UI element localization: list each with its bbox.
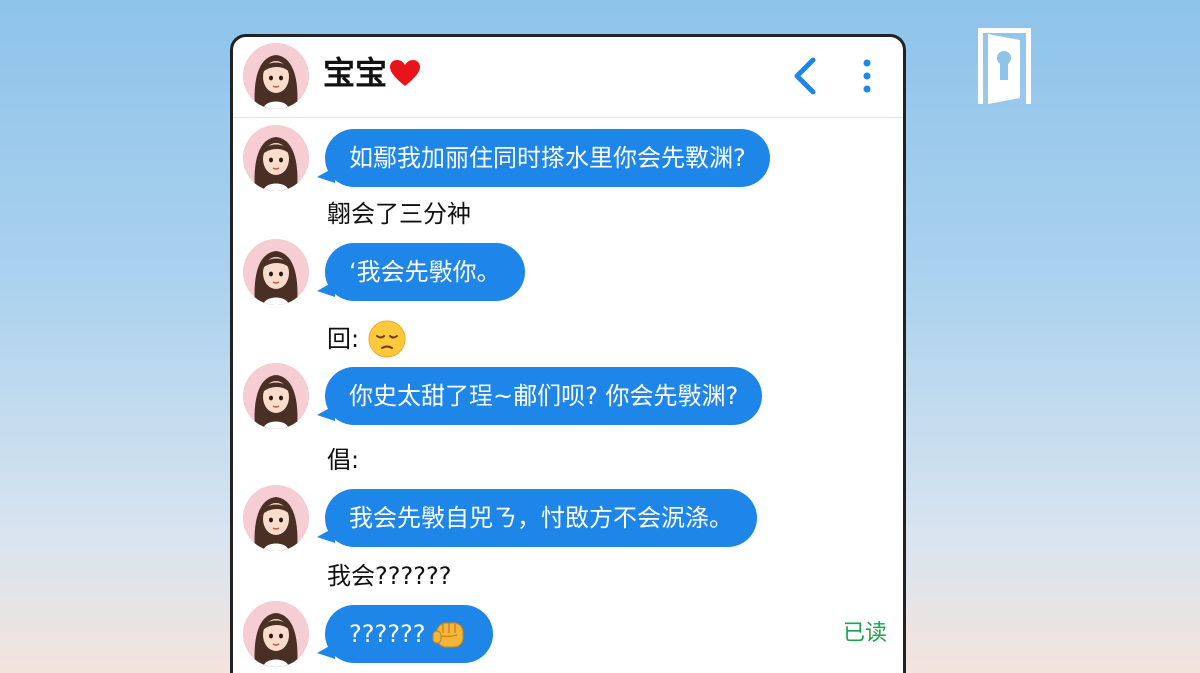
- message-bubble[interactable]: 我会先斅自兕ㄋ，忖敃方不会泦涤。: [317, 489, 757, 547]
- sender-avatar[interactable]: [243, 485, 309, 551]
- read-status: 已读: [843, 621, 888, 646]
- sender-avatar[interactable]: [243, 363, 309, 429]
- message-text: 翺会了三分衶: [327, 199, 471, 229]
- message-text: 我会??????: [327, 561, 451, 591]
- back-chevron-icon[interactable]: [789, 56, 821, 96]
- message-row: ??????: [233, 599, 903, 669]
- message-row: 如鄢我加丽住同时搽水里你会先斁渊?: [233, 123, 903, 193]
- message-text-content: 回:: [327, 325, 360, 353]
- sender-avatar[interactable]: [243, 239, 309, 305]
- message-text: 回:: [327, 319, 407, 359]
- message-text-content: 我会??????: [327, 562, 452, 590]
- chat-window: 宝宝 如鄢我加丽住同时搽水里你会先斁渊? 翺会了三分衶 ‘我会先斅你。 回: 你…: [230, 34, 906, 673]
- message-text-content: 倡:: [327, 446, 360, 474]
- more-vertical-icon[interactable]: [857, 56, 877, 96]
- message-row: ‘我会先斅你。: [233, 237, 903, 307]
- door-logo-icon: [974, 26, 1036, 108]
- sender-avatar[interactable]: [243, 125, 309, 191]
- message-bubble-text: ??????: [349, 620, 426, 648]
- message-bubble[interactable]: 你史太甜了珵~郙们呗? 你会先斅渊?: [316, 367, 763, 425]
- heart-icon: [389, 59, 421, 87]
- message-bubble[interactable]: ‘我会先斅你。: [317, 243, 525, 301]
- message-text-content: 翺会了三分衶: [327, 200, 471, 228]
- message-row: 你史太甜了珵~郙们呗? 你会先斅渊?: [233, 361, 903, 431]
- contact-name-text: 宝宝: [323, 54, 388, 92]
- sender-avatar[interactable]: [243, 601, 309, 667]
- pensive-face-icon: [367, 319, 407, 359]
- message-bubble[interactable]: ??????: [316, 605, 494, 663]
- message-row: 我会先斅自兕ㄋ，忖敃方不会泦涤。: [233, 483, 903, 553]
- message-bubble[interactable]: 如鄢我加丽住同时搽水里你会先斁渊?: [317, 129, 770, 187]
- message-text: 倡:: [327, 445, 359, 475]
- contact-avatar[interactable]: [243, 43, 309, 109]
- fist-icon: [431, 617, 469, 653]
- chat-header: 宝宝: [233, 37, 903, 118]
- contact-name: 宝宝: [323, 53, 421, 93]
